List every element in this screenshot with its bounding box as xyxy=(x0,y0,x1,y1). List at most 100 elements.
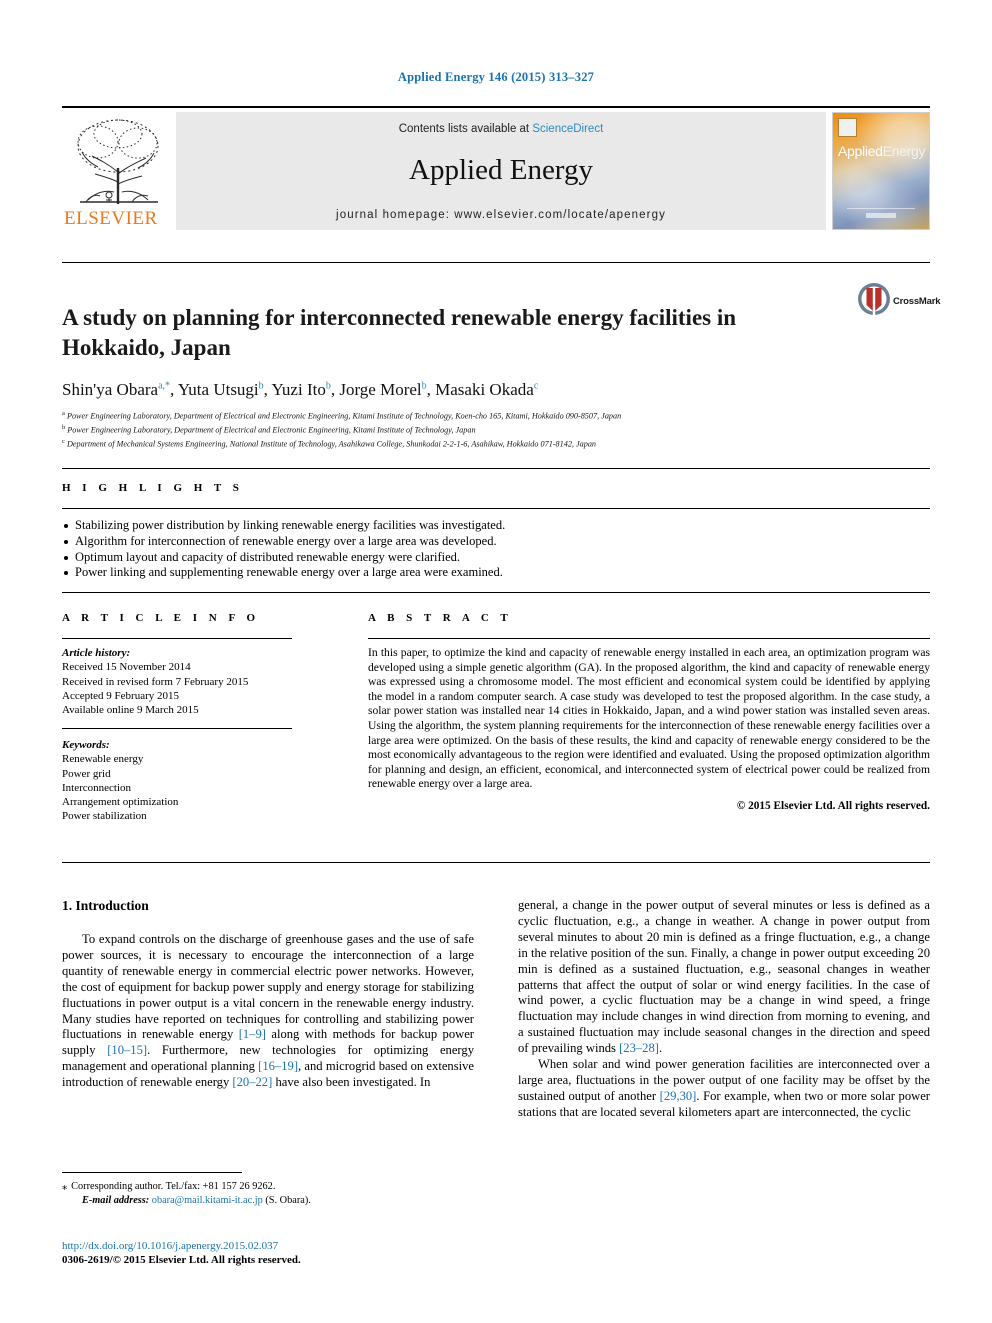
history-item: Received 15 November 2014 xyxy=(62,661,191,674)
citation-link[interactable]: [1–9] xyxy=(239,1027,266,1041)
cover-publisher-badge xyxy=(838,118,857,137)
body-divider xyxy=(62,862,930,863)
contents-prefix: Contents lists available at xyxy=(398,123,530,135)
footnote-divider xyxy=(62,1172,242,1173)
affiliation-text: Power Engineering Laboratory, Department… xyxy=(66,411,622,421)
keyword-item: Arrangement optimization xyxy=(62,796,179,809)
author-separator: , xyxy=(263,380,272,399)
author-name: Yuta Utsugi xyxy=(177,380,259,399)
journal-title: Applied Energy xyxy=(409,154,593,186)
author-entry: Yuzi Itob, xyxy=(272,380,340,399)
author-affiliation-marks: a,* xyxy=(158,380,171,392)
email-label: E-mail address: xyxy=(82,1194,150,1206)
article-info-heading: A R T I C L E I N F O xyxy=(62,612,260,624)
affiliation-item: c Department of Mechanical Systems Engin… xyxy=(62,436,932,450)
body-column-right: general, a change in the power output of… xyxy=(518,898,930,1121)
body-column-left: 1. Introduction To expand controls on th… xyxy=(62,898,474,1091)
abstract-divider xyxy=(368,638,930,639)
author-name: Shin'ya Obara xyxy=(62,380,159,399)
body-paragraph: To expand controls on the discharge of g… xyxy=(62,932,474,1091)
crossmark-icon xyxy=(858,283,890,318)
citation-link[interactable]: [29,30] xyxy=(660,1089,697,1103)
email-owner: (S. Obara). xyxy=(265,1194,311,1206)
issn-copyright: 0306-2619/© 2015 Elsevier Ltd. All right… xyxy=(62,1254,301,1266)
highlight-item: Stabilizing power distribution by linkin… xyxy=(62,518,930,534)
journal-masthead: ELSEVIER Contents lists available at Sci… xyxy=(62,106,930,232)
crossmark-label: CrossMark xyxy=(893,296,941,307)
crossmark-badge[interactable]: CrossMark xyxy=(857,282,941,326)
abstract-block: In this paper, to optimize the kind and … xyxy=(368,646,930,814)
author-entry: Masaki Okadac xyxy=(435,380,538,399)
paragraph-text: general, a change in the power output of… xyxy=(518,898,930,1056)
paragraph-text: To expand controls on the discharge of g… xyxy=(62,932,474,1042)
affiliation-mark: c xyxy=(62,438,65,446)
keywords-label: Keywords: xyxy=(62,739,110,751)
author-entry: Jorge Morelb, xyxy=(339,380,435,399)
history-item: Accepted 9 February 2015 xyxy=(62,689,179,702)
affiliation-item: b Power Engineering Laboratory, Departme… xyxy=(62,422,932,436)
affiliation-list: a Power Engineering Laboratory, Departme… xyxy=(62,408,932,450)
keywords-block: Keywords: Renewable energy Power grid In… xyxy=(62,738,302,824)
author-name: Masaki Okada xyxy=(435,380,534,399)
citation-link[interactable]: [16–19] xyxy=(258,1059,298,1073)
highlight-item: Optimum layout and capacity of distribut… xyxy=(62,550,930,566)
footer-block: http://dx.doi.org/10.1016/j.apenergy.201… xyxy=(62,1239,482,1267)
history-item: Received in revised form 7 February 2015 xyxy=(62,675,249,688)
highlights-list: Stabilizing power distribution by linkin… xyxy=(62,518,930,581)
author-name: Jorge Morel xyxy=(339,380,422,399)
paragraph-text: have also been investigated. In xyxy=(272,1075,431,1090)
citation-link[interactable]: [20–22] xyxy=(232,1075,272,1089)
article-history-label: Article history: xyxy=(62,647,131,659)
footnote-block: ⁎ Corresponding author. Tel./fax: +81 157… xyxy=(62,1180,482,1207)
page-title: A study on planning for interconnected r… xyxy=(62,305,737,361)
paragraph-text: . xyxy=(658,1041,663,1056)
section-title-introduction: 1. Introduction xyxy=(62,898,149,913)
email-link[interactable]: obara@mail.kitami-it.ac.jp xyxy=(152,1195,263,1206)
doi-link[interactable]: http://dx.doi.org/10.1016/j.apenergy.201… xyxy=(62,1239,482,1253)
article-info-divider xyxy=(62,638,292,639)
keyword-item: Power stabilization xyxy=(62,810,147,823)
keyword-item: Renewable energy xyxy=(62,753,144,766)
title-divider xyxy=(62,262,930,263)
affiliation-mark: a xyxy=(62,410,65,417)
keyword-item: Interconnection xyxy=(62,781,132,794)
highlights-mid-divider xyxy=(62,508,930,509)
body-paragraph: When solar and wind power generation fac… xyxy=(518,1057,930,1121)
journal-band: Contents lists available at ScienceDirec… xyxy=(176,112,826,230)
cover-title-applied: Applied xyxy=(838,143,883,159)
journal-cover-thumbnail: AppliedEnergy xyxy=(832,112,930,230)
elsevier-logo: ELSEVIER xyxy=(62,112,174,230)
citation-link[interactable]: [23–28] xyxy=(619,1041,659,1055)
author-separator: , xyxy=(426,380,436,399)
highlight-item: Power linking and supplementing renewabl… xyxy=(62,565,930,581)
highlights-top-divider xyxy=(62,468,930,469)
running-head: Applied Energy 146 (2015) 313–327 xyxy=(397,70,595,84)
article-history: Article history: Received 15 November 20… xyxy=(62,646,302,717)
affiliation-text: Department of Mechanical Systems Enginee… xyxy=(66,440,597,450)
elsevier-wordmark: ELSEVIER xyxy=(64,208,158,229)
corresponding-author-text: Corresponding author. Tel./fax: +81 157 … xyxy=(71,1181,276,1192)
contents-available-line: Contents lists available at ScienceDirec… xyxy=(176,123,826,135)
abstract-text: In this paper, to optimize the kind and … xyxy=(368,646,930,791)
author-entry: Shin'ya Obaraa,*, xyxy=(62,380,178,399)
affiliation-text: Power Engineering Laboratory, Department… xyxy=(67,425,476,435)
author-name: Yuzi Ito xyxy=(271,380,326,399)
citation-link[interactable]: [10–15] xyxy=(107,1043,147,1057)
paper-page: Applied Energy 146 (2015) 313–327 ELSEVI… xyxy=(0,0,992,1323)
cover-title: AppliedEnergy xyxy=(838,143,925,159)
abstract-copyright: © 2015 Elsevier Ltd. All rights reserved… xyxy=(736,799,930,812)
abstract-heading: A B S T R A C T xyxy=(368,612,513,624)
author-entry: Yuta Utsugib, xyxy=(178,380,272,399)
keyword-item: Power grid xyxy=(62,767,111,780)
body-paragraph: general, a change in the power output of… xyxy=(518,898,930,1057)
author-list: Shin'ya Obaraa,*, Yuta Utsugib, Yuzi Ito… xyxy=(62,380,922,400)
journal-homepage-link[interactable]: journal homepage: www.elsevier.com/locat… xyxy=(176,209,826,221)
highlights-bottom-divider xyxy=(62,592,930,593)
author-separator: , xyxy=(170,380,178,399)
asterisk-icon: ⁎ xyxy=(62,1181,68,1192)
affiliation-item: a Power Engineering Laboratory, Departme… xyxy=(62,408,932,422)
author-affiliation-marks: c xyxy=(533,380,539,392)
history-item: Available online 9 March 2015 xyxy=(62,704,199,717)
highlights-heading: H I G H L I G H T S xyxy=(62,482,244,494)
sciencedirect-link[interactable]: ScienceDirect xyxy=(532,123,603,135)
